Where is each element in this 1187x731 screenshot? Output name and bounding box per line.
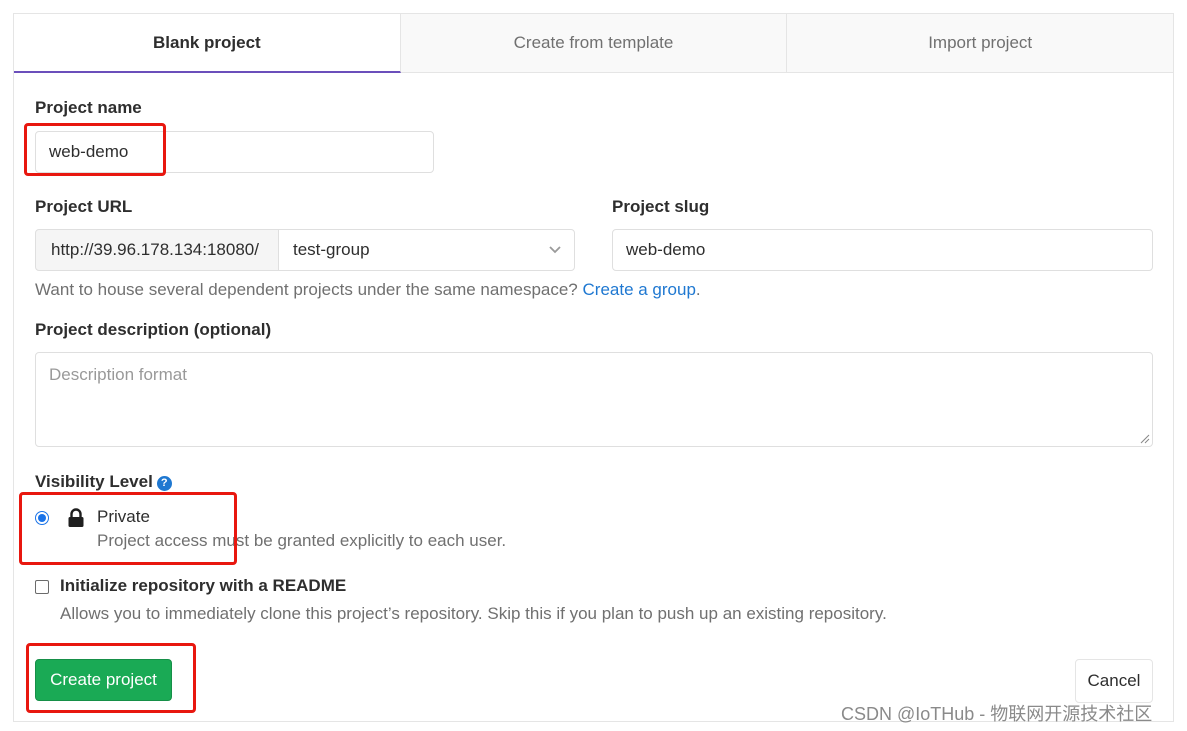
question-circle-icon[interactable]: ? xyxy=(156,476,172,491)
chevron-down-icon xyxy=(549,246,561,254)
namespace-select[interactable]: test-group xyxy=(278,229,575,271)
project-tabs: Blank project Create from template Impor… xyxy=(14,14,1174,73)
project-url-label: Project URL xyxy=(35,197,133,216)
create-project-button[interactable]: Create project xyxy=(35,659,172,701)
visibility-level-label: Visibility Level? xyxy=(35,472,172,492)
project-description-label: Project description (optional) xyxy=(35,320,272,339)
namespace-help-text: Want to house several dependent projects… xyxy=(35,280,701,300)
tab-create-from-template[interactable]: Create from template xyxy=(400,14,788,73)
tab-blank-project[interactable]: Blank project xyxy=(14,14,401,73)
lock-icon xyxy=(68,508,84,527)
watermark-text: CSDN @IoTHub - 物联网开源技术社区 xyxy=(841,704,1153,724)
namespace-help-suffix: . xyxy=(695,280,701,299)
cancel-button[interactable]: Cancel xyxy=(1075,659,1153,703)
visibility-private-description: Project access must be granted explicitl… xyxy=(97,531,507,550)
namespace-help-sentence: Want to house several dependent projects… xyxy=(35,280,578,299)
visibility-private-radio[interactable] xyxy=(35,511,49,525)
readme-checkbox[interactable] xyxy=(35,580,49,594)
project-description-textarea[interactable]: Description format xyxy=(35,352,1153,447)
resize-grip-icon[interactable] xyxy=(1140,434,1150,444)
project-url-prefix: http://39.96.178.134:18080/ xyxy=(35,229,279,271)
project-slug-input[interactable]: web-demo xyxy=(612,229,1153,271)
new-project-panel: Blank project Create from template Impor… xyxy=(13,13,1174,722)
namespace-value: test-group xyxy=(293,240,370,259)
tab-import-project[interactable]: Import project xyxy=(787,14,1174,73)
visibility-label-text: Visibility Level xyxy=(35,472,153,491)
project-slug-label: Project slug xyxy=(612,197,710,216)
visibility-private-title: Private xyxy=(97,507,150,526)
readme-checkbox-label[interactable]: Initialize repository with a README xyxy=(60,576,346,596)
readme-description: Allows you to immediately clone this pro… xyxy=(60,604,887,623)
create-group-link[interactable]: Create a group xyxy=(583,280,696,299)
description-placeholder: Description format xyxy=(49,365,187,384)
project-name-label: Project name xyxy=(35,98,142,117)
project-name-input[interactable]: web-demo xyxy=(35,131,434,173)
